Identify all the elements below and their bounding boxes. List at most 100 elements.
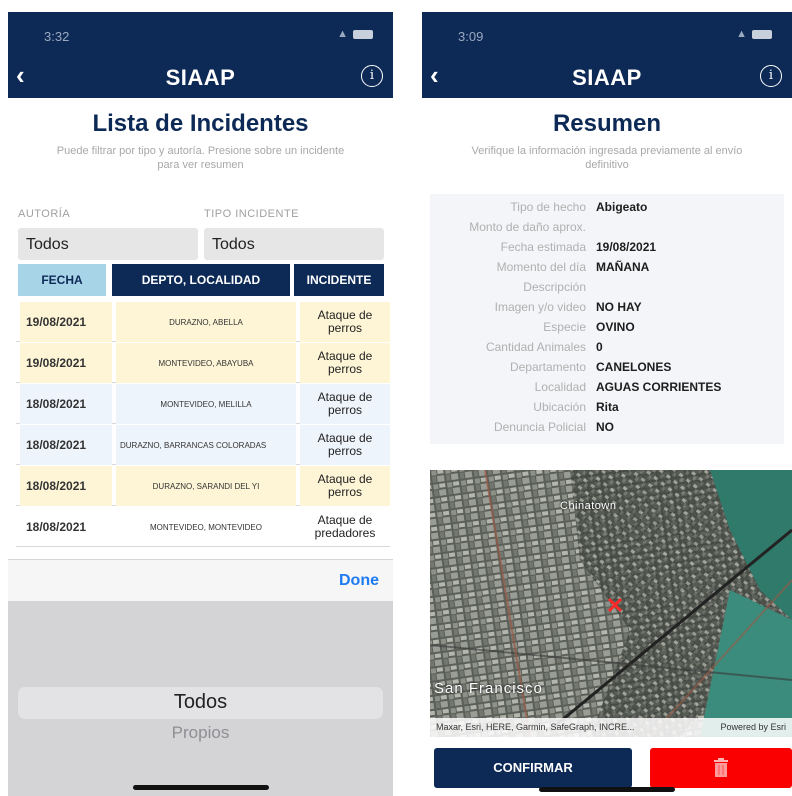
column-header-fecha[interactable]: FECHA [18, 264, 106, 296]
battery-icon [752, 29, 772, 39]
row-location: DURAZNO, ABELLA [116, 302, 296, 342]
page-title: Lista de Incidentes [92, 110, 309, 137]
summary-label: Descripción [523, 280, 586, 294]
summary-row: Monto de daño aprox. [430, 220, 784, 240]
nav-bar: ‹ SIAAP i [422, 56, 792, 98]
page-title: Resumen [552, 110, 662, 137]
summary-row: Ubicación Rita [430, 400, 784, 420]
home-indicator [539, 787, 675, 792]
map-label-city: San Francisco [434, 680, 543, 697]
summary-screen: 3:09 ▲ ‹ SIAAP i Resumen Verifique la in… [422, 12, 792, 796]
row-date: 19/08/2021 [20, 343, 112, 383]
summary-row: Localidad AGUAS CORRIENTES [430, 380, 784, 400]
summary-value: Rita [596, 400, 619, 414]
summary-label: Momento del día [496, 260, 586, 274]
summary-row: Especie OVINO [430, 320, 784, 340]
summary-value: NO [596, 420, 614, 434]
row-incident: Ataque de perros [300, 343, 390, 383]
row-incident: Ataque de perros [300, 425, 390, 465]
map-marker-icon[interactable] [606, 596, 624, 614]
summary-row: Tipo de hecho Abigeato [430, 200, 784, 220]
status-icons: ▲ [736, 28, 772, 40]
done-button[interactable]: Done [339, 572, 379, 590]
row-location: DURAZNO, SARANDI DEL YI [116, 466, 296, 506]
attribution-text: Maxar, Esri, HERE, Garmin, SafeGraph, IN… [436, 722, 635, 732]
summary-label: Cantidad Animales [485, 340, 586, 354]
summary-row: Fecha estimada 19/08/2021 [430, 240, 784, 260]
row-location: MONTEVIDEO, MONTEVIDEO [149, 522, 262, 532]
summary-label: Ubicación [533, 400, 586, 414]
row-date: 18/08/2021 [20, 466, 112, 506]
table-row[interactable]: 19/08/2021 MONTEVIDEO, ABAYUBA Ataque de… [16, 343, 390, 383]
row-incident: Ataque de predadores [314, 513, 376, 540]
row-date: 18/08/2021 [20, 384, 112, 424]
row-incident: Ataque de perros [300, 466, 390, 506]
autoria-label: AUTORÍA [18, 208, 71, 220]
summary-label: Departamento [509, 360, 586, 374]
summary-value: AGUAS CORRIENTES [596, 380, 722, 394]
tipo-incidente-label: TIPO INCIDENTE [204, 208, 300, 220]
nav-title: SIAAP [572, 65, 642, 90]
table-row[interactable]: 18/08/2021 DURAZNO, SARANDI DEL YI Ataqu… [16, 466, 390, 506]
summary-value: OVINO [596, 320, 635, 334]
table-row[interactable]: 18/08/2021 MONTEVIDEO, MONTEVIDEO Ataque… [16, 507, 390, 547]
status-icons: ▲ [337, 28, 373, 40]
summary-value: Abigeato [596, 200, 648, 214]
autoria-select[interactable]: Todos [18, 228, 198, 260]
status-time: 3:09 [458, 29, 484, 44]
info-icon[interactable]: i [760, 65, 782, 87]
status-bar: 3:09 ▲ [422, 12, 792, 56]
summary-value: 19/08/2021 [596, 240, 657, 254]
table-row[interactable]: 19/08/2021 DURAZNO, ABELLA Ataque de per… [16, 302, 390, 342]
picker-option[interactable]: Propios [8, 723, 393, 743]
summary-label: Especie [543, 320, 586, 334]
powered-by-text: Powered by Esri [720, 722, 786, 732]
summary-row: Denuncia Policial NO [430, 420, 784, 440]
summary-row: Imagen y/o video NO HAY [430, 300, 784, 320]
map-attribution: Maxar, Esri, HERE, Garmin, SafeGraph, IN… [430, 718, 792, 737]
confirm-button[interactable]: CONFIRMAR [434, 748, 632, 788]
table-row[interactable]: 18/08/2021 MONTEVIDEO, MELILLA Ataque de… [16, 384, 390, 424]
picker-option-selected[interactable]: Todos [8, 691, 393, 714]
summary-label: Imagen y/o video [494, 300, 586, 314]
summary-row: Departamento CANELONES [430, 360, 784, 380]
nav-title: SIAAP [165, 65, 236, 90]
incident-list-screen: 3:32 ▲ ‹ SIAAP i Lista de Incidentes Pue… [8, 12, 393, 796]
location-map[interactable]: Chinatown San Francisco [430, 470, 792, 737]
picker-toolbar: Done [8, 559, 393, 601]
row-date: 18/08/2021 [20, 425, 112, 465]
summary-row: Cantidad Animales 0 [430, 340, 784, 360]
summary-label: Tipo de hecho [510, 200, 586, 214]
row-incident: Ataque de perros [300, 384, 390, 424]
summary-label: Denuncia Policial [493, 420, 586, 434]
autoria-picker[interactable]: Todos Propios [8, 601, 393, 796]
summary-label: Monto de daño aprox. [469, 220, 586, 234]
row-location: DURAZNO, BARRANCAS COLORADAS [116, 425, 296, 465]
summary-value: CANELONES [596, 360, 672, 374]
summary-label: Fecha estimada [500, 240, 586, 254]
info-icon[interactable]: i [361, 65, 383, 87]
map-label-chinatown: Chinatown [560, 500, 617, 512]
row-date: 19/08/2021 [20, 302, 112, 342]
trash-icon [714, 758, 728, 777]
page-subtitle: Verifique la información ingresada previ… [471, 145, 743, 171]
summary-label: Localidad [534, 380, 586, 394]
summary-row: Descripción [430, 280, 784, 300]
status-time: 3:32 [44, 29, 70, 44]
table-row[interactable]: 18/08/2021 DURAZNO, BARRANCAS COLORADAS … [16, 425, 390, 465]
battery-icon [353, 29, 373, 39]
home-indicator [132, 785, 269, 790]
column-header-depto[interactable]: DEPTO, LOCALIDAD [112, 264, 290, 296]
summary-value: 0 [596, 340, 603, 354]
summary-row: Momento del día MAÑANA [430, 260, 784, 280]
status-bar: 3:32 ▲ [8, 12, 393, 56]
tipo-incidente-select[interactable]: Todos [204, 228, 384, 260]
row-location: MONTEVIDEO, ABAYUBA [116, 343, 296, 383]
summary-value: NO HAY [596, 300, 642, 314]
delete-button[interactable] [650, 748, 792, 788]
summary-value: MAÑANA [596, 260, 650, 274]
column-header-incidente[interactable]: INCIDENTE [294, 264, 384, 296]
summary-panel: Tipo de hecho Abigeato Monto de daño apro… [430, 194, 784, 444]
nav-bar: ‹ SIAAP i [8, 56, 393, 98]
row-location: MONTEVIDEO, MELILLA [116, 384, 296, 424]
